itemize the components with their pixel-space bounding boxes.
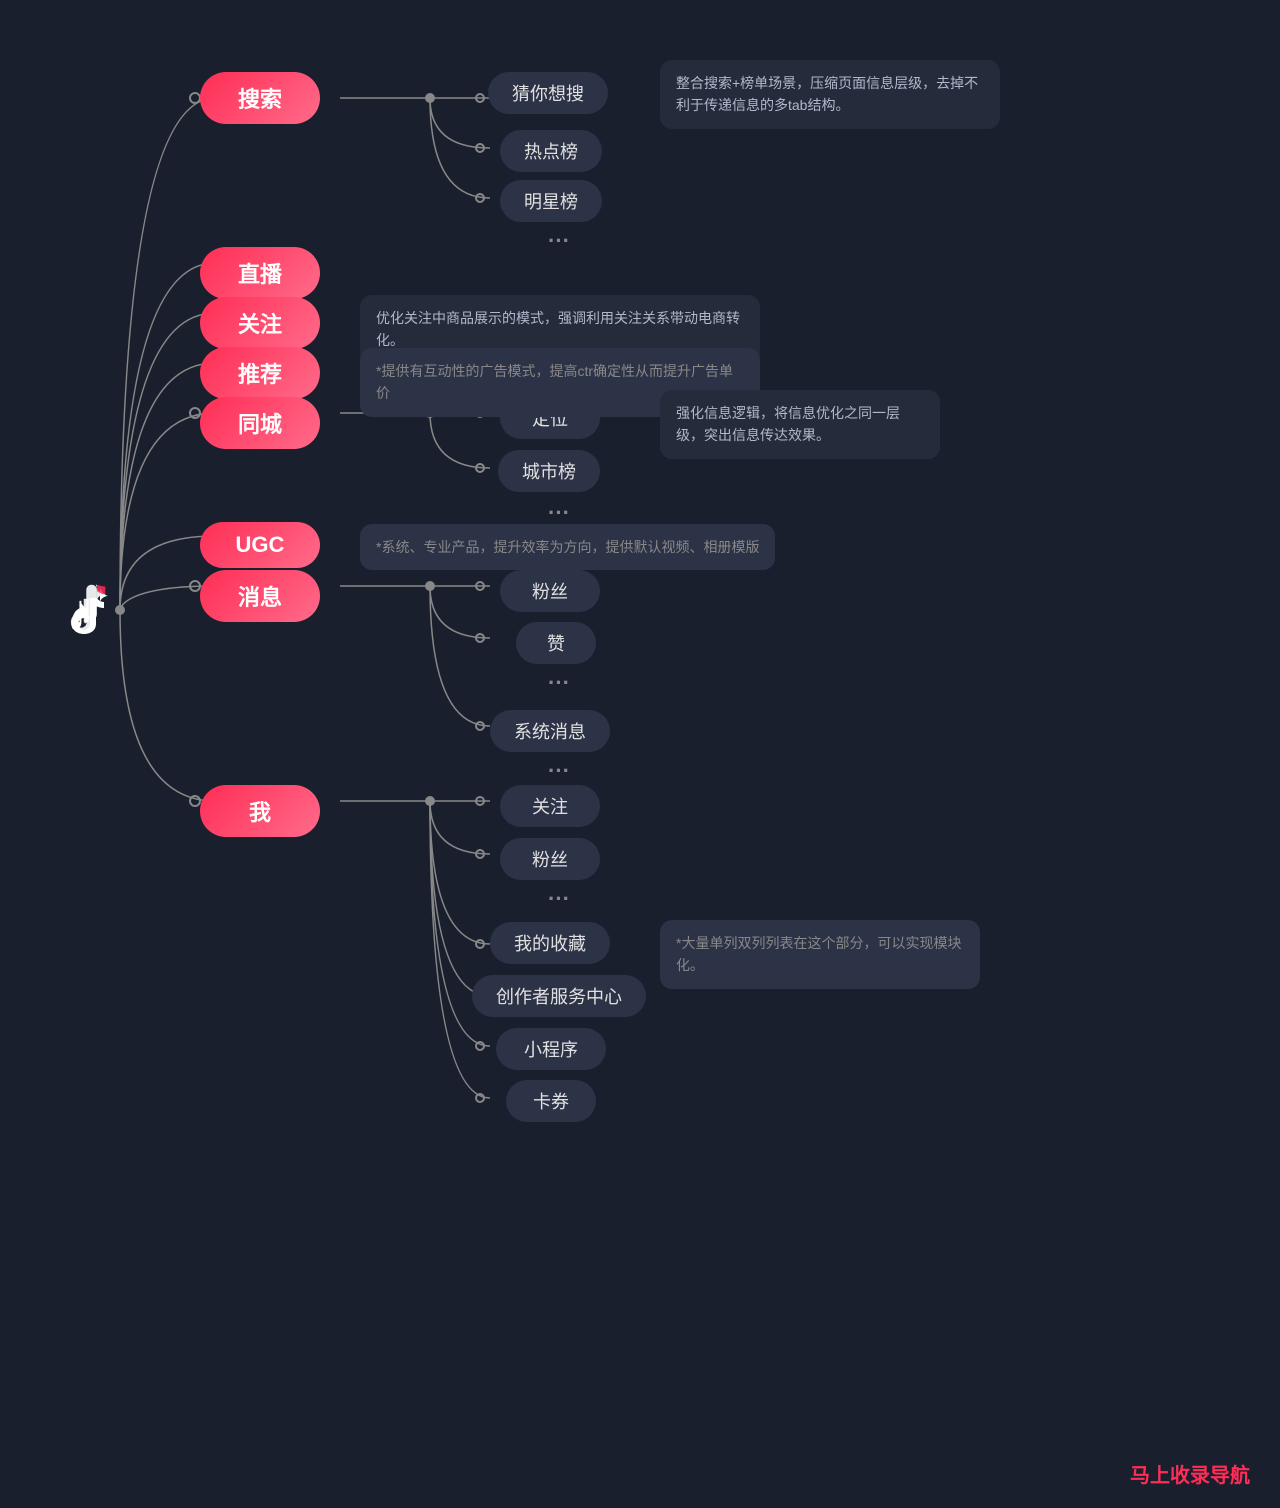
node-ugc[interactable]: UGC bbox=[200, 522, 320, 568]
desc-ugc: *系统、专业产品，提升效率为方向，提供默认视频、相册模版 bbox=[360, 524, 775, 570]
desc-my-collection: *大量单列双列列表在这个部分，可以实现模块化。 bbox=[660, 920, 980, 989]
ellipsis-me: ··· bbox=[548, 886, 570, 912]
node-follow[interactable]: 关注 bbox=[200, 297, 320, 349]
subnode-me-fans[interactable]: 粉丝 bbox=[500, 838, 600, 880]
desc-nearby: 强化信息逻辑，将信息优化之同一层级，突出信息传达效果。 bbox=[660, 390, 940, 459]
subnode-likes[interactable]: 赞 bbox=[516, 622, 596, 664]
ellipsis-message2: ··· bbox=[548, 758, 570, 784]
subnode-mini-program[interactable]: 小程序 bbox=[496, 1028, 606, 1070]
mind-map: ♪ 搜索 直播 关注 推荐 同城 UGC 消息 bbox=[0, 0, 1280, 1508]
node-search[interactable]: 搜索 bbox=[200, 72, 320, 124]
node-live[interactable]: 直播 bbox=[200, 247, 320, 299]
watermark: 马上收录导航 bbox=[1130, 1459, 1250, 1488]
subnode-celebrity[interactable]: 明星榜 bbox=[500, 180, 602, 222]
ellipsis-nearby: ··· bbox=[548, 500, 570, 526]
ellipsis-message1: ··· bbox=[548, 670, 570, 696]
tiktok-logo-icon bbox=[65, 582, 121, 638]
subnode-my-collection[interactable]: 我的收藏 bbox=[490, 922, 610, 964]
node-me[interactable]: 我 bbox=[200, 785, 320, 837]
subnode-me-follow[interactable]: 关注 bbox=[500, 785, 600, 827]
subnode-trending[interactable]: 热点榜 bbox=[500, 130, 602, 172]
subnode-fans[interactable]: 粉丝 bbox=[500, 570, 600, 612]
desc-search: 整合搜索+榜单场景，压缩页面信息层级，去掉不利于传递信息的多tab结构。 bbox=[660, 60, 1000, 129]
subnode-guess-search[interactable]: 猜你想搜 bbox=[488, 72, 608, 114]
subnode-coupon[interactable]: 卡券 bbox=[506, 1080, 596, 1122]
node-message[interactable]: 消息 bbox=[200, 570, 320, 622]
subnode-creator-center[interactable]: 创作者服务中心 bbox=[472, 975, 646, 1017]
node-recommend[interactable]: 推荐 bbox=[200, 347, 320, 399]
node-nearby[interactable]: 同城 bbox=[200, 397, 320, 449]
connection-lines bbox=[0, 0, 1280, 1508]
subnode-system-message[interactable]: 系统消息 bbox=[490, 710, 610, 752]
subnode-city-rank[interactable]: 城市榜 bbox=[498, 450, 600, 492]
ellipsis-search: ··· bbox=[548, 228, 570, 254]
